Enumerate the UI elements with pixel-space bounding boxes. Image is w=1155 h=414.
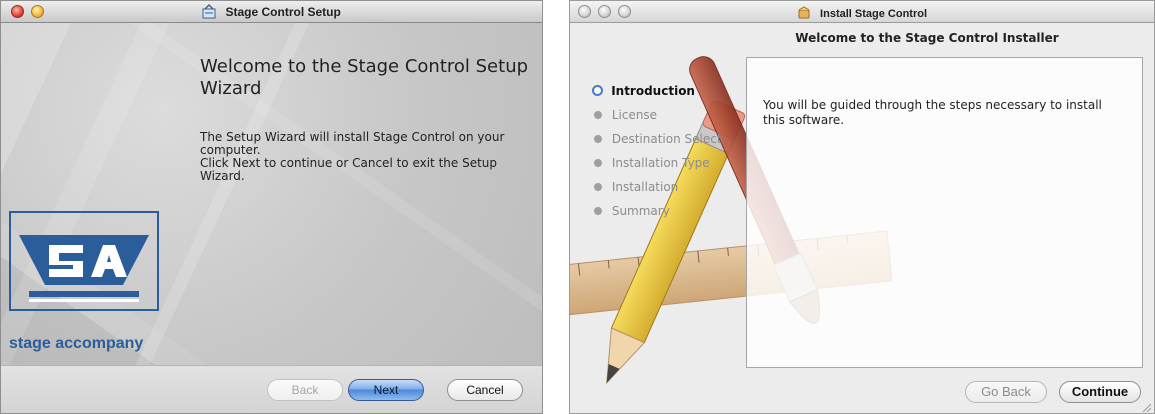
right-title-text: Install Stage Control xyxy=(820,8,928,20)
left-content: Welcome to the Stage Control Setup Wizar… xyxy=(1,23,542,365)
installer-intro-text: You will be guided through the steps nec… xyxy=(763,98,1102,127)
left-title-text: Stage Control Setup xyxy=(225,5,341,19)
step-destination-select: Destination Select xyxy=(594,127,764,151)
step-label: Destination Select xyxy=(611,132,722,146)
wizard-body-line-2: Click Next to continue or Cancel to exit… xyxy=(200,156,498,183)
wizard-body-line-1: The Setup Wizard will install Stage Cont… xyxy=(200,130,505,157)
wizard-heading: Welcome to the Stage Control Setup Wizar… xyxy=(200,56,529,99)
installer-window: Install Stage Control Welcome to the Sta… xyxy=(569,0,1155,414)
cancel-button[interactable]: Cancel xyxy=(447,379,523,401)
step-label: Installation xyxy=(611,180,679,194)
logo-mark-icon xyxy=(19,235,149,302)
step-label: Introduction xyxy=(611,84,695,98)
right-content: Welcome to the Stage Control Installer I… xyxy=(570,23,1154,413)
installer-icon xyxy=(202,4,216,19)
step-bullet-icon xyxy=(594,183,602,191)
next-button[interactable]: Next xyxy=(348,379,424,401)
right-titlebar[interactable]: Install Stage Control xyxy=(570,1,1154,23)
left-button-bar: Back Next Cancel xyxy=(1,365,542,413)
resize-grip-icon[interactable] xyxy=(1141,402,1151,412)
step-label: License xyxy=(611,108,658,122)
installer-heading: Welcome to the Stage Control Installer xyxy=(795,31,1059,45)
right-window-title: Install Stage Control xyxy=(570,5,1154,20)
step-license: License xyxy=(594,103,764,127)
installer-content-panel: You will be guided through the steps nec… xyxy=(746,57,1143,368)
step-introduction: Introduction xyxy=(592,79,764,103)
step-label: Installation Type xyxy=(611,156,710,170)
stage-accompany-logo xyxy=(9,211,159,311)
back-button[interactable]: Back xyxy=(267,379,343,401)
installer-steps: Introduction License Destination Select … xyxy=(592,79,764,223)
package-icon xyxy=(797,5,811,19)
setup-wizard-window: Stage Control Setup Welcome to the Stage… xyxy=(0,0,543,414)
step-bullet-icon xyxy=(594,159,602,167)
step-installation-type: Installation Type xyxy=(594,151,764,175)
logo-wordmark: stage accompany xyxy=(9,335,144,352)
step-installation: Installation xyxy=(594,175,764,199)
active-step-icon xyxy=(592,85,603,96)
step-bullet-icon xyxy=(594,207,602,215)
go-back-button[interactable]: Go Back xyxy=(965,381,1047,403)
left-titlebar[interactable]: Stage Control Setup xyxy=(1,1,542,23)
continue-button[interactable]: Continue xyxy=(1059,381,1141,403)
step-bullet-icon xyxy=(594,111,602,119)
step-bullet-icon xyxy=(594,135,602,143)
step-summary: Summary xyxy=(594,199,764,223)
left-window-title: Stage Control Setup xyxy=(1,4,542,19)
step-label: Summary xyxy=(611,204,670,218)
wizard-body: The Setup Wizard will install Stage Cont… xyxy=(200,131,530,183)
